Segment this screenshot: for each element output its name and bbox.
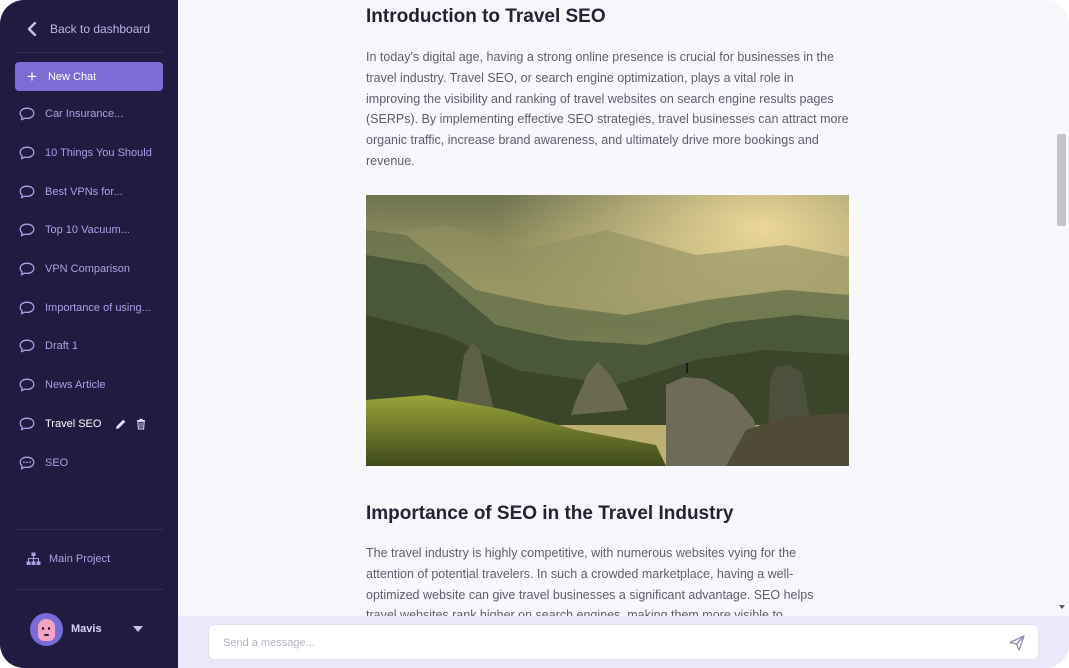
back-to-dashboard-link[interactable]: Back to dashboard — [26, 18, 150, 40]
user-name: Mavis — [71, 623, 102, 635]
chat-item[interactable]: SEO — [0, 443, 178, 482]
divider — [15, 529, 163, 530]
chat-bubble-icon — [19, 107, 35, 121]
main-project-label: Main Project — [49, 553, 111, 565]
trash-icon[interactable] — [135, 418, 147, 430]
chat-bubble-icon — [19, 417, 35, 431]
chat-item-label: News Article — [45, 379, 106, 392]
chat-item[interactable]: Top 10 Vacuum... — [0, 211, 178, 250]
chat-item[interactable]: VPN Comparison — [0, 250, 178, 289]
section-heading: Importance of SEO in the Travel Industry — [366, 503, 734, 524]
article-image — [366, 195, 849, 466]
chat-bubble-icon — [19, 185, 35, 199]
new-chat-label: New Chat — [47, 70, 97, 83]
chat-item-label: SEO — [45, 456, 69, 469]
chevron-left-icon — [27, 22, 37, 36]
chat-item-actions — [115, 418, 147, 430]
pencil-icon[interactable] — [115, 418, 127, 430]
chat-item[interactable]: News Article — [0, 366, 178, 405]
new-chat-button[interactable]: + New Chat — [15, 62, 163, 91]
back-label: Back to dashboard — [50, 22, 151, 36]
chat-item[interactable]: Car Insurance... — [0, 95, 178, 134]
message-composer — [208, 624, 1039, 660]
chat-bubble-icon — [19, 223, 35, 237]
chat-item[interactable]: 10 Things You Should — [0, 134, 178, 173]
chat-item-label: Importance of using... — [45, 301, 151, 314]
send-icon[interactable] — [1008, 634, 1026, 652]
chat-bubble-icon — [19, 301, 35, 315]
section-paragraph: In today's digital age, having a strong … — [366, 50, 849, 168]
chat-item-label: Top 10 Vacuum... — [45, 224, 130, 237]
chat-bubble-icon — [19, 378, 35, 392]
sitemap-icon — [26, 552, 41, 565]
chat-item[interactable]: Importance of using... — [0, 288, 178, 327]
chat-item-label: Car Insurance... — [45, 108, 124, 121]
scrollbar[interactable] — [1055, 0, 1069, 616]
chat-bubble-icon — [19, 340, 35, 353]
chat-item-label: VPN Comparison — [45, 263, 130, 276]
divider — [15, 589, 163, 590]
chat-item[interactable]: Travel SEO — [0, 405, 178, 444]
scroll-down-arrow[interactable] — [1059, 605, 1065, 609]
chat-item[interactable]: Best VPNs for... — [0, 172, 178, 211]
chat-list: Car Insurance... 10 Things You Should Best… — [0, 95, 178, 482]
sidebar: Back to dashboard + New Chat Car Insuran… — [0, 0, 178, 668]
user-menu[interactable]: Mavis — [30, 612, 150, 646]
composer-bar — [178, 616, 1069, 668]
chat-dots-icon — [19, 456, 35, 469]
main-project-link[interactable]: Main Project — [26, 549, 110, 569]
message-input[interactable] — [223, 633, 983, 653]
chat-item-label: 10 Things You Should — [45, 147, 152, 160]
app-window: Back to dashboard + New Chat Car Insuran… — [0, 0, 1069, 668]
chat-bubble-icon — [19, 262, 35, 276]
avatar — [30, 612, 63, 646]
chat-item-label: Draft 1 — [45, 340, 79, 353]
section-heading: Introduction to Travel SEO — [366, 6, 606, 27]
divider — [15, 52, 163, 53]
chat-item-label: Best VPNs for... — [45, 185, 123, 198]
main-content: Introduction to Travel SEO In today's di… — [178, 0, 1069, 668]
caret-down-icon[interactable] — [133, 626, 143, 632]
chat-item[interactable]: Draft 1 — [0, 327, 178, 366]
scrollbar-thumb[interactable] — [1057, 134, 1066, 226]
chat-item-label: Travel SEO — [45, 417, 102, 430]
chat-bubble-icon — [19, 146, 35, 160]
plus-icon: + — [27, 67, 37, 86]
